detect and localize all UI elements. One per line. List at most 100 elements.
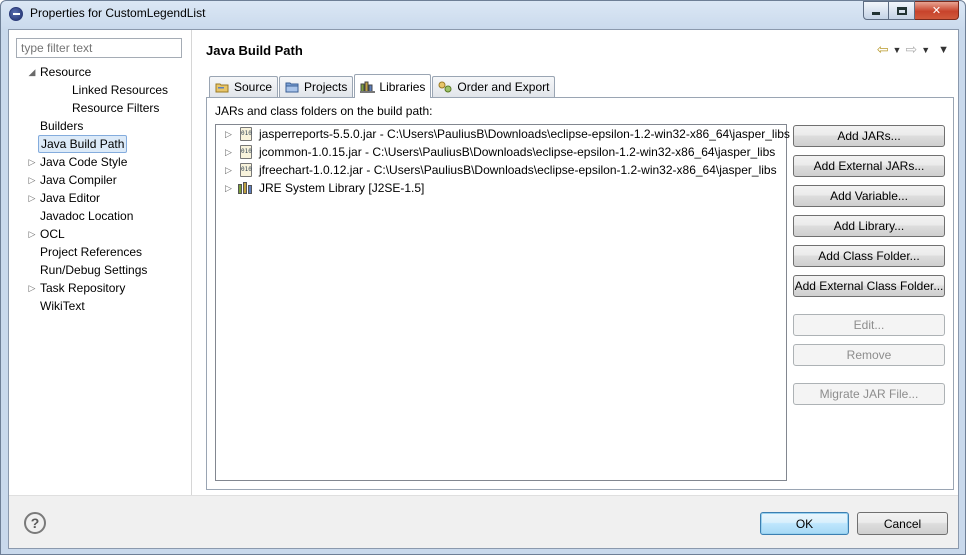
expand-arrow-icon[interactable]: ▷ — [225, 143, 232, 161]
tree-item-label: Run/Debug Settings — [40, 263, 148, 277]
back-dropdown-icon[interactable]: ▼ — [893, 45, 902, 55]
add-jars-button[interactable]: Add JARs... — [793, 125, 945, 147]
minimize-button[interactable] — [863, 1, 889, 20]
libraries-panel: JARs and class folders on the build path… — [206, 97, 954, 490]
expand-arrow-icon[interactable]: ▷ — [27, 189, 37, 207]
entry-label: jasperreports-5.5.0.jar - C:\Users\Pauli… — [259, 127, 790, 141]
page-navigation: ⇦ ▼ ⇨ ▼ ▼ — [877, 41, 949, 58]
tree-item-label: Java Editor — [40, 191, 101, 205]
tree-item-label: Java Code Style — [40, 155, 128, 169]
add-external-class-folder-button[interactable]: Add External Class Folder... — [793, 275, 945, 297]
source-folder-icon — [215, 81, 229, 93]
build-path-entry[interactable]: ▷ jcommon-1.0.15.jar - C:\Users\PauliusB\… — [216, 143, 786, 161]
expand-arrow-icon[interactable]: ▷ — [225, 161, 232, 179]
tree-item[interactable]: Java Build Path — [9, 135, 191, 153]
maximize-icon — [896, 6, 907, 15]
migrate-jar-file-button[interactable]: Migrate JAR File... — [793, 383, 945, 405]
forward-dropdown-icon[interactable]: ▼ — [921, 45, 930, 55]
eclipse-icon — [9, 7, 23, 21]
ok-button[interactable]: OK — [760, 512, 849, 535]
tree-item-label: Project References — [40, 245, 143, 259]
title-bar[interactable]: Properties for CustomLegendList ✕ — [1, 1, 965, 27]
tree-item[interactable]: Builders — [9, 117, 191, 135]
tab-label: Source — [234, 80, 273, 94]
remove-button[interactable]: Remove — [793, 344, 945, 366]
tree-item[interactable]: ▷ Java Compiler — [9, 171, 191, 189]
add-class-folder-button[interactable]: Add Class Folder... — [793, 245, 945, 267]
minimize-icon — [872, 12, 880, 15]
close-button[interactable]: ✕ — [915, 1, 959, 20]
order-export-icon — [438, 81, 452, 93]
tree-item[interactable]: ◢ Resource — [9, 63, 191, 81]
close-icon: ✕ — [931, 5, 942, 17]
tree-item[interactable]: ▷ Task Repository — [9, 279, 191, 297]
view-menu-icon[interactable]: ▼ — [938, 44, 949, 56]
collapse-arrow-icon[interactable]: ◢ — [27, 63, 37, 81]
tree-item-label: Resource Filters — [72, 101, 160, 115]
back-arrow-icon[interactable]: ⇦ — [877, 41, 889, 58]
page-title: Java Build Path — [206, 43, 303, 58]
help-icon[interactable]: ? — [24, 512, 46, 534]
properties-dialog: Properties for CustomLegendList ✕ ◢Resou… — [0, 0, 966, 555]
entry-label: JRE System Library [J2SE-1.5] — [259, 181, 425, 195]
expand-arrow-icon[interactable]: ▷ — [225, 179, 232, 197]
libraries-icon — [360, 81, 376, 93]
expand-arrow-icon[interactable]: ▷ — [27, 153, 37, 171]
maximize-button[interactable] — [889, 1, 915, 20]
build-path-label: JARs and class folders on the build path… — [215, 104, 433, 118]
tree-item-label: Java Compiler — [40, 173, 117, 187]
entry-label: jfreechart-1.0.12.jar - C:\Users\Paulius… — [259, 163, 777, 177]
add-library-button[interactable]: Add Library... — [793, 215, 945, 237]
build-path-entry[interactable]: ▷ jfreechart-1.0.12.jar - C:\Users\Pauliu… — [216, 161, 786, 179]
expand-arrow-icon[interactable]: ▷ — [27, 171, 37, 189]
tree-item-label: Java Build Path — [38, 135, 128, 153]
tree-item-label: OCL — [40, 227, 65, 241]
expand-arrow-icon[interactable]: ▷ — [27, 279, 37, 297]
tree-item[interactable]: Project References — [9, 243, 191, 261]
dialog-client: ◢Resource Linked Resources Resource Filter… — [8, 29, 959, 549]
filter-input[interactable] — [16, 38, 182, 58]
build-path-entry[interactable]: ▷ jasperreports-5.5.0.jar - C:\Users\Paul… — [216, 125, 790, 143]
library-icon — [238, 182, 254, 194]
tree-item-label: Resource — [40, 65, 92, 79]
window-controls: ✕ — [863, 1, 959, 20]
tab-order-and-export[interactable]: Order and Export — [432, 76, 556, 97]
build-path-list[interactable]: ▷ jasperreports-5.5.0.jar - C:\Users\Paul… — [215, 124, 790, 481]
left-pane: ◢Resource Linked Resources Resource Filter… — [9, 30, 192, 495]
expand-arrow-icon[interactable]: ▷ — [225, 125, 232, 143]
tree-item-label: Javadoc Location — [40, 209, 134, 223]
cancel-button[interactable]: Cancel — [857, 512, 948, 535]
tab-libraries[interactable]: Libraries — [354, 74, 432, 98]
tree-item-label: WikiText — [40, 299, 85, 313]
tree-item[interactable]: Linked Resources — [9, 81, 191, 99]
tree-item[interactable]: ▷ OCL — [9, 225, 191, 243]
tree-item-label: Builders — [40, 119, 84, 133]
tab-label: Projects — [304, 80, 348, 94]
tree-item-label: Linked Resources — [72, 83, 169, 97]
projects-folder-icon — [285, 81, 299, 93]
jar-icon — [240, 163, 252, 177]
tree-item[interactable]: Javadoc Location — [9, 207, 191, 225]
tab-bar: Source Projects Libraries Order and Export — [209, 73, 556, 98]
jar-icon — [240, 127, 252, 141]
tree-item[interactable]: Resource Filters — [9, 99, 191, 117]
tab-projects[interactable]: Projects — [279, 76, 354, 97]
tree-item[interactable]: ▷ Java Code Style — [9, 153, 191, 171]
tree-item[interactable]: ▷ Java Editor — [9, 189, 191, 207]
dialog-footer: ? OK Cancel — [9, 495, 958, 548]
tree-item[interactable]: Run/Debug Settings — [9, 261, 191, 279]
tree-item[interactable]: WikiText — [9, 297, 191, 315]
tab-label: Order and Export — [457, 80, 550, 94]
expand-arrow-icon[interactable]: ▷ — [27, 225, 37, 243]
add-variable-button[interactable]: Add Variable... — [793, 185, 945, 207]
add-external-jars-button[interactable]: Add External JARs... — [793, 155, 945, 177]
edit-button[interactable]: Edit... — [793, 314, 945, 336]
tree-item-label: Task Repository — [40, 281, 126, 295]
forward-arrow-icon[interactable]: ⇨ — [905, 41, 917, 58]
entry-label: jcommon-1.0.15.jar - C:\Users\PauliusB\D… — [259, 145, 776, 159]
tab-label: Libraries — [379, 79, 426, 94]
build-path-entry[interactable]: ▷ JRE System Library [J2SE-1.5] — [216, 179, 786, 197]
property-tree: ◢ Resource Linked Resources Resource Filter… — [9, 63, 191, 315]
tab-source[interactable]: Source — [209, 76, 279, 97]
right-pane: Java Build Path ⇦ ▼ ⇨ ▼ ▼ Source Projects… — [193, 30, 959, 495]
